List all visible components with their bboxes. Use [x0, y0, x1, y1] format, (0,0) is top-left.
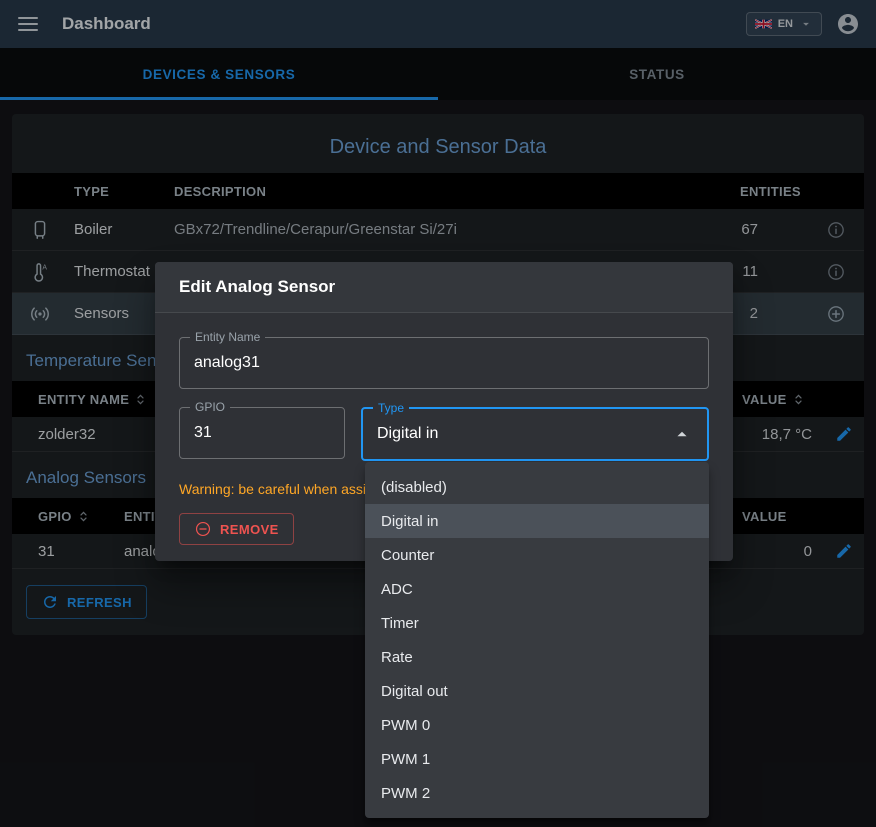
entity-name-label: Entity Name [190, 331, 265, 343]
type-selected-value: Digital in [377, 425, 438, 443]
menu-item-disabled[interactable]: (disabled) [365, 470, 709, 504]
screen: Dashboard EN DEVICES & SENSORS STATUS De… [0, 0, 876, 827]
menu-item-rate[interactable]: Rate [365, 640, 709, 674]
menu-item-digital-out[interactable]: Digital out [365, 674, 709, 708]
dialog-title: Edit Analog Sensor [155, 262, 733, 313]
gpio-input[interactable] [194, 424, 330, 442]
entity-name-field-wrapper: Entity Name [179, 337, 709, 389]
menu-item-adc[interactable]: ADC [365, 572, 709, 606]
remove-label: REMOVE [220, 522, 279, 537]
type-dropdown-menu: (disabled) Digital in Counter ADC Timer … [365, 462, 709, 818]
remove-button[interactable]: REMOVE [179, 513, 294, 545]
caret-up-icon [671, 423, 693, 445]
menu-item-digital-in[interactable]: Digital in [365, 504, 709, 538]
menu-item-timer[interactable]: Timer [365, 606, 709, 640]
gpio-label: GPIO [190, 401, 230, 413]
gpio-field-wrapper: GPIO [179, 407, 345, 459]
menu-item-pwm-1[interactable]: PWM 1 [365, 742, 709, 776]
remove-circle-icon [194, 520, 212, 538]
menu-item-counter[interactable]: Counter [365, 538, 709, 572]
type-label: Type [373, 402, 409, 414]
entity-name-input[interactable] [194, 354, 694, 372]
type-select[interactable]: Type Digital in [361, 407, 709, 461]
menu-item-pwm-0[interactable]: PWM 0 [365, 708, 709, 742]
menu-item-pwm-2[interactable]: PWM 2 [365, 776, 709, 810]
